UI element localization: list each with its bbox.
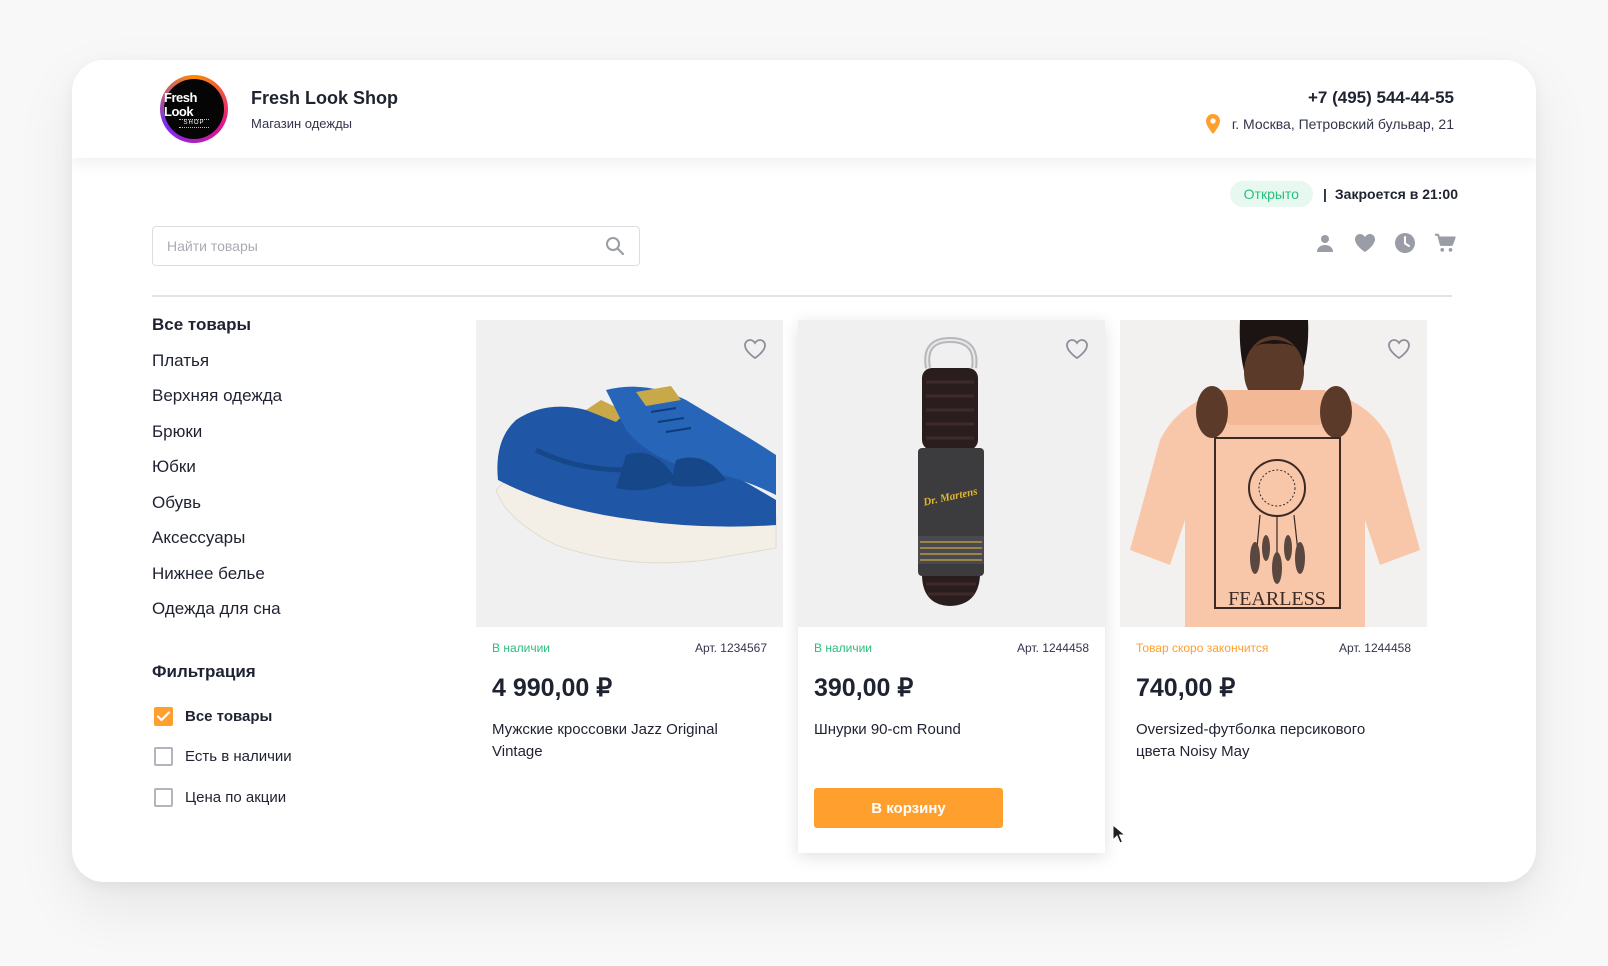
filter-label: Цена по акции [185,788,287,806]
mouse-cursor-icon [1112,824,1126,844]
filter-all[interactable]: Все товары [154,696,292,737]
category-item-skirts[interactable]: Юбки [152,456,282,492]
product-name[interactable]: Oversized-футболка персикового цвета Noi… [1120,703,1410,763]
clock-icon[interactable] [1394,232,1416,254]
add-to-cart-button[interactable]: В корзину [814,788,1003,828]
product-card[interactable]: В наличии Арт. 1234567 4 990,00 ₽ Мужски… [476,320,783,763]
filter-title: Фильтрация [152,662,256,681]
filter-label: Есть в наличии [185,748,292,766]
product-price: 4 990,00 ₽ [492,674,613,702]
category-item-underwear[interactable]: Нижнее белье [152,563,282,599]
app-window: Fresh Look SHOP Fresh Look Shop Магазин … [72,60,1536,882]
category-item-all[interactable]: Все товары [152,314,282,350]
article-number: Арт. 1244458 [1017,641,1089,655]
location-pin-icon [1205,114,1220,134]
favorite-icon[interactable] [743,338,767,360]
shop-logo[interactable]: Fresh Look SHOP [160,75,228,143]
category-item-trousers[interactable]: Брюки [152,421,282,457]
product-name[interactable]: Шнурки 90-cm Round [798,703,1088,741]
store-status: Открыто | Закроется в 21:00 [1229,181,1458,207]
category-item-accessories[interactable]: Аксессуары [152,527,282,563]
product-card[interactable]: FEARLESS Товар скоро закончится Арт. 124… [1120,320,1427,763]
article-number: Арт. 1244458 [1339,641,1411,655]
shop-name: Fresh Look Shop [251,88,399,108]
category-item-shoes[interactable]: Обувь [152,492,282,528]
stock-status: Товар скоро закончится [1136,641,1269,655]
product-meta: В наличии Арт. 1234567 [476,627,783,655]
product-image[interactable] [476,320,783,627]
shop-subtitle: Магазин одежды [251,116,352,131]
filter-list: Все товары Есть в наличии Цена по акции [154,696,292,818]
stock-status: В наличии [814,641,873,655]
search-input[interactable] [167,238,605,254]
shoelaces-image: Dr. Martens [918,336,984,606]
category-item-dresses[interactable]: Платья [152,350,282,386]
product-card[interactable]: Dr. Martens В наличии Арт. 1244458 390,0… [798,320,1105,853]
user-icon[interactable] [1314,232,1336,254]
product-meta: В наличии Арт. 1244458 [798,627,1105,655]
filter-in-stock[interactable]: Есть в наличии [154,737,292,778]
status-separator: | [1322,186,1327,202]
product-image[interactable]: Dr. Martens [798,320,1105,627]
address-text: г. Москва, Петровский бульвар, 21 [1231,116,1454,132]
sneaker-image [495,386,777,564]
favorite-icon[interactable] [1387,338,1411,360]
tshirt-model-image: FEARLESS [1120,320,1427,627]
phone-number[interactable]: +7 (495) 544-44-55 [1308,88,1454,108]
address: г. Москва, Петровский бульвар, 21 [1205,114,1454,134]
search-icon[interactable] [605,236,625,256]
checkbox-checked[interactable] [154,706,173,726]
logo-subtext: SHOP [179,118,209,128]
divider [152,295,1452,297]
status-badge: Открыто [1229,181,1313,207]
heart-icon[interactable] [1354,232,1376,254]
stock-status: В наличии [492,641,551,655]
search-box [152,226,640,266]
favorite-icon[interactable] [1065,338,1089,360]
logo-text: Fresh Look [164,89,197,119]
toolbar-icons [1314,232,1456,254]
print-text: FEARLESS [1228,588,1326,610]
product-meta: Товар скоро закончится Арт. 1244458 [1120,627,1427,655]
checkbox[interactable] [154,747,173,767]
article-number: Арт. 1234567 [695,641,767,655]
checkbox[interactable] [154,787,173,807]
cart-icon[interactable] [1434,232,1456,254]
check-icon [157,711,170,721]
closing-time: Закроется в 21:00 [1334,186,1458,202]
category-item-sleepwear[interactable]: Одежда для сна [152,598,282,634]
product-price: 390,00 ₽ [814,674,914,702]
filter-on-sale[interactable]: Цена по акции [154,777,292,818]
category-list: Все товары Платья Верхняя одежда Брюки Ю… [152,314,282,634]
product-image[interactable]: FEARLESS [1120,320,1427,627]
filter-label: Все товары [185,707,273,725]
product-name[interactable]: Мужские кроссовки Jazz Original Vintage [476,703,766,763]
product-price: 740,00 ₽ [1136,674,1236,702]
header: Fresh Look SHOP Fresh Look Shop Магазин … [72,60,1536,158]
category-item-outerwear[interactable]: Верхняя одежда [152,385,282,421]
